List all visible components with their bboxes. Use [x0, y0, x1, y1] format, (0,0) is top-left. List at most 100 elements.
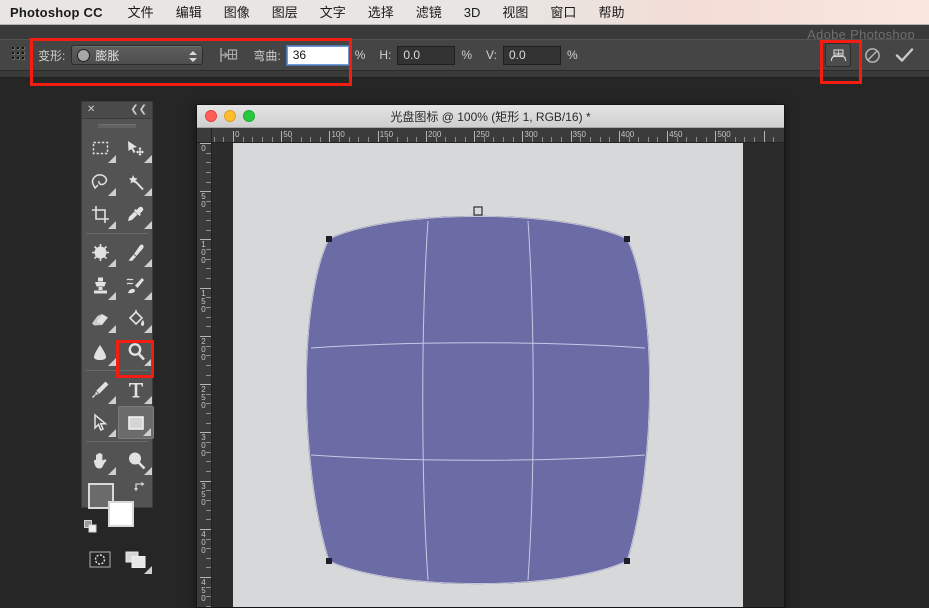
tools-group-navigation	[82, 444, 152, 477]
warp-mode-icon[interactable]	[825, 43, 851, 67]
h-ruler-label: 500	[717, 130, 731, 139]
tools-panel: ✕ ❮❮	[81, 101, 154, 574]
clone-stamp-tool[interactable]	[82, 269, 118, 302]
tool-more-triangle-icon	[144, 155, 152, 163]
menu-item-image[interactable]: 图像	[213, 0, 261, 25]
type-tool[interactable]	[118, 373, 154, 406]
document-window: 光盘图标 @ 100% (矩形 1, RGB/16) * 0 50 100 150 20…	[196, 104, 785, 608]
h-ruler-label: 450	[669, 130, 683, 139]
warp-style-label: 变形:	[38, 48, 66, 63]
h-ruler-label: 100	[331, 130, 345, 139]
history-brush-tool[interactable]	[118, 269, 154, 302]
h-ruler-label: 300	[524, 130, 538, 139]
h-ruler-label: 250	[476, 130, 490, 139]
rectangle-tool[interactable]	[118, 406, 154, 439]
double-chevron-left-icon[interactable]: ❮❮	[130, 105, 147, 115]
zoom-tool[interactable]	[118, 444, 154, 477]
warp-transform-overlay[interactable]	[233, 143, 743, 607]
h-unit: %	[461, 48, 473, 62]
h-label: H:	[379, 48, 392, 62]
menu-item-view[interactable]: 视图	[491, 0, 539, 25]
quick-mask-icon[interactable]	[82, 543, 118, 576]
tool-more-triangle-icon	[144, 467, 152, 475]
tools-panel-drag-handle[interactable]	[82, 119, 152, 132]
reset-colors-icon[interactable]	[84, 520, 98, 539]
tool-more-triangle-icon	[143, 428, 151, 436]
menu-item-type[interactable]: 文字	[309, 0, 357, 25]
pen-tool[interactable]	[82, 373, 118, 406]
close-icon[interactable]: ✕	[87, 105, 95, 115]
document-title-bar[interactable]: 光盘图标 @ 100% (矩形 1, RGB/16) *	[197, 105, 784, 128]
tool-more-triangle-icon	[108, 467, 116, 475]
warp-preview-icon	[77, 48, 91, 62]
h-ruler-label: 150	[379, 130, 394, 139]
commit-transform-icon[interactable]	[893, 44, 915, 66]
lasso-tool[interactable]	[82, 165, 118, 198]
dodge-tool[interactable]	[118, 335, 154, 368]
move-tool[interactable]	[118, 132, 154, 165]
tool-more-triangle-icon	[108, 396, 116, 404]
v-ruler-label: 450	[201, 578, 206, 604]
cancel-transform-icon[interactable]	[861, 44, 883, 66]
tools-divider	[86, 370, 148, 371]
canvas-area[interactable]	[212, 143, 784, 607]
v-ruler-label: 350	[201, 481, 206, 507]
menu-item-window[interactable]: 窗口	[539, 0, 587, 25]
v-ruler-label: 200	[201, 336, 206, 362]
menu-item-layer[interactable]: 图层	[261, 0, 309, 25]
crop-tool[interactable]	[82, 198, 118, 231]
screen-mode-icon[interactable]	[118, 543, 154, 576]
blur-tool[interactable]	[82, 335, 118, 368]
warp-corner-handle[interactable]	[326, 558, 332, 564]
horizontal-ruler[interactable]: 0 50 100 150 200 250 300 350 400 450 500	[212, 128, 784, 143]
v-ruler-label: 250	[201, 385, 206, 411]
v-input[interactable]: 0.0	[502, 45, 561, 65]
h-ruler-label: 0	[235, 130, 240, 139]
menu-item-help[interactable]: 帮助	[587, 0, 635, 25]
tools-group-selection	[82, 132, 152, 231]
warp-corner-handle[interactable]	[326, 236, 332, 242]
warp-orientation-icon[interactable]	[217, 44, 239, 66]
paint-bucket-tool[interactable]	[118, 302, 154, 335]
tools-group-vector	[82, 373, 154, 439]
warp-top-anchor-handle[interactable]	[473, 206, 483, 216]
app-name: Photoshop CC	[10, 4, 103, 20]
v-ruler-label: 0	[201, 144, 206, 153]
menu-item-filter[interactable]: 滤镜	[405, 0, 453, 25]
tool-more-triangle-icon	[108, 155, 116, 163]
document-title: 光盘图标 @ 100% (矩形 1, RGB/16) *	[390, 109, 591, 124]
menu-item-edit[interactable]: 编辑	[165, 0, 213, 25]
tool-more-triangle-icon	[144, 358, 152, 366]
magic-wand-tool[interactable]	[118, 165, 154, 198]
warp-corner-handle[interactable]	[624, 236, 630, 242]
ruler-corner[interactable]	[197, 128, 212, 143]
tools-panel-header[interactable]: ✕ ❮❮	[82, 102, 152, 119]
spot-healing-brush-tool[interactable]	[82, 236, 118, 269]
background-color-swatch[interactable]	[108, 501, 134, 527]
v-ruler-label: 150	[201, 288, 206, 314]
warped-shape[interactable]	[305, 215, 651, 585]
warp-corner-handle[interactable]	[624, 558, 630, 564]
tool-more-triangle-icon	[144, 396, 152, 404]
swap-colors-icon[interactable]	[133, 480, 147, 499]
warp-style-select[interactable]: 膨胀	[71, 45, 204, 65]
h-ruler-label: 350	[572, 130, 586, 139]
artboard[interactable]	[233, 143, 743, 607]
hand-tool[interactable]	[82, 444, 118, 477]
brush-tool[interactable]	[118, 236, 154, 269]
menu-item-3d[interactable]: 3D	[453, 0, 492, 25]
rectangular-marquee-tool[interactable]	[82, 132, 118, 165]
menu-bar: Photoshop CC 文件 编辑 图像 图层 文字 选择 滤镜 3D 视图 …	[0, 0, 929, 25]
menu-item-select[interactable]: 选择	[357, 0, 405, 25]
path-selection-tool[interactable]	[82, 406, 118, 439]
eyedropper-tool[interactable]	[118, 198, 154, 231]
h-ruler-label: 200	[427, 130, 442, 139]
photoshop-window: Photoshop CC 文件 编辑 图像 图层 文字 选择 滤镜 3D 视图 …	[0, 0, 929, 608]
options-bar-grip[interactable]	[12, 47, 28, 63]
h-input[interactable]: 0.0	[397, 45, 456, 65]
bend-input[interactable]: 36	[286, 45, 349, 65]
eraser-tool[interactable]	[82, 302, 118, 335]
h-ruler-label: 400	[620, 130, 635, 139]
menu-item-file[interactable]: 文件	[117, 0, 165, 25]
vertical-ruler[interactable]: 0 50 100 150 200 250 300 350 400 450	[197, 143, 212, 607]
